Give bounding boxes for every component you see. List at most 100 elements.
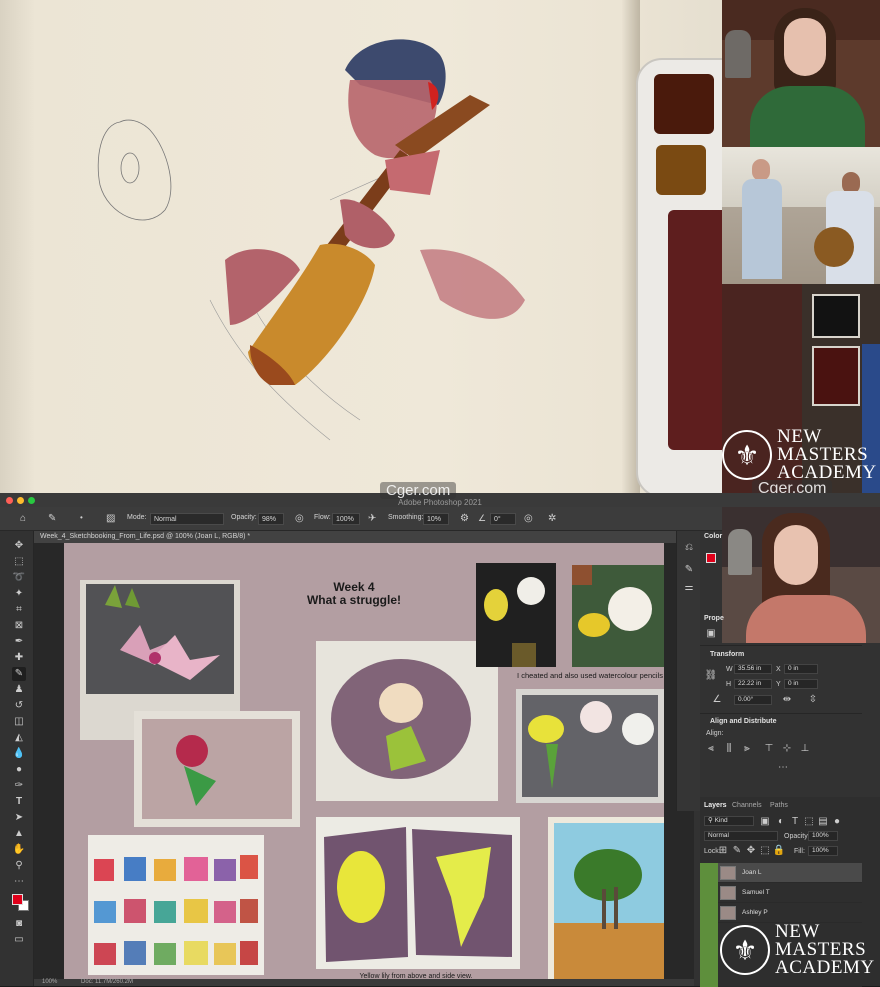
height-field[interactable]: 22.22 in	[734, 679, 772, 689]
align-bottom-icon[interactable]: ⊥	[798, 742, 812, 756]
adjustments-panel-icon[interactable]: ⚌	[682, 581, 696, 595]
angle-icon: ∠	[478, 513, 487, 523]
smoothing-field[interactable]: 10%	[423, 513, 449, 525]
history-panel-icon[interactable]: ⎌	[682, 541, 696, 555]
mode-select[interactable]: Normal	[150, 513, 224, 525]
move-tool-icon[interactable]: ✥	[12, 539, 26, 553]
flip-horizontal-icon[interactable]: ⇹	[780, 693, 794, 707]
zoom-level[interactable]: 100%	[42, 979, 57, 985]
clone-stamp-tool-icon[interactable]: ♟	[12, 683, 26, 697]
zoom-tool-icon[interactable]: ⚲	[12, 859, 26, 873]
photo-white-rose	[572, 565, 664, 667]
brush-angle-field[interactable]: 0°	[490, 513, 516, 525]
close-window-button[interactable]	[6, 497, 13, 504]
filter-adjustment-icon[interactable]: ◐	[774, 815, 788, 829]
zoom-window-button[interactable]	[28, 497, 35, 504]
layer-visibility-eye-icon[interactable]	[700, 883, 718, 903]
pen-tool-icon[interactable]: ✑	[12, 779, 26, 793]
x-field[interactable]: 0 in	[784, 664, 818, 674]
photoshop-window: Adobe Photoshop 2021 ⌂ ✎ • ▨ Mode: Norma…	[0, 493, 880, 987]
layer-filter-select[interactable]: ⚲ Kind	[704, 816, 754, 826]
align-left-icon[interactable]: ⫷	[704, 742, 718, 756]
history-brush-tool-icon[interactable]: ↺	[12, 699, 26, 713]
channels-tab[interactable]: Channels	[732, 802, 762, 809]
academy-watermark: ⚜ NEW MASTERS ACADEMY	[722, 427, 877, 482]
healing-brush-tool-icon[interactable]: ✚	[12, 651, 26, 665]
angle-field[interactable]: 0.00°	[734, 695, 772, 705]
brush-panel-icon[interactable]: ✎	[682, 563, 696, 577]
lock-artboard-icon[interactable]: ⬚	[758, 844, 772, 858]
smoothing-options-gear-icon[interactable]: ⚙	[460, 513, 469, 524]
screen-mode-icon[interactable]: ▭	[12, 933, 26, 947]
edit-toolbar-icon[interactable]: ⋯	[12, 875, 26, 889]
eyedropper-tool-icon[interactable]: ✒	[12, 635, 26, 649]
airbrush-icon[interactable]: ✈	[368, 513, 376, 524]
hand-tool-icon[interactable]: ✋	[12, 843, 26, 857]
filter-shape-icon[interactable]: ⬚	[802, 815, 816, 829]
align-top-icon[interactable]: ⊤	[762, 742, 776, 756]
path-selection-tool-icon[interactable]: ➤	[12, 811, 26, 825]
layer-visibility-eye-icon[interactable]	[700, 863, 718, 883]
lock-position-icon[interactable]: ✥	[744, 844, 758, 858]
home-icon[interactable]: ⌂	[20, 513, 26, 524]
layer-row[interactable]: Ashley P	[700, 903, 862, 923]
flow-field[interactable]: 100%	[332, 513, 360, 525]
webcam-instructor-closeup	[722, 507, 880, 643]
layers-tab[interactable]: Layers	[704, 802, 727, 809]
quick-select-tool-icon[interactable]: ✦	[12, 587, 26, 601]
pressure-size-icon[interactable]: ◎	[524, 513, 533, 524]
canvas-title-line-2: What a struggle!	[306, 593, 401, 607]
layer-blend-mode-select[interactable]: Normal	[704, 831, 778, 841]
pressure-opacity-icon[interactable]: ◎	[295, 513, 304, 524]
align-right-icon[interactable]: ⫸	[740, 742, 754, 756]
lock-all-icon[interactable]: 🔒	[772, 844, 786, 858]
layer-row[interactable]: Joan L	[700, 863, 862, 883]
paint-bucket-tool-icon[interactable]: ◭	[12, 731, 26, 745]
lock-transparency-icon[interactable]: ⊞	[716, 844, 730, 858]
layer-visibility-eye-icon[interactable]	[700, 923, 718, 987]
painting-yellow-lily	[316, 817, 520, 969]
layer-filter-value: Kind	[714, 817, 728, 824]
align-center-h-icon[interactable]: ⫼	[722, 742, 736, 756]
align-middle-v-icon[interactable]: ⊹	[780, 742, 794, 756]
width-field[interactable]: 35.56 in	[734, 664, 772, 674]
artboard[interactable]: I cheated and also used watercolour penc…	[64, 543, 664, 986]
quick-mask-icon[interactable]: ◙	[12, 917, 26, 931]
paths-tab[interactable]: Paths	[770, 802, 788, 809]
y-field[interactable]: 0 in	[784, 679, 818, 689]
brush-settings-icon[interactable]: ▨	[106, 513, 115, 524]
fill-field[interactable]: 100%	[808, 846, 838, 856]
color-tab[interactable]: Color	[704, 533, 722, 540]
filter-pixel-icon[interactable]: ▣	[758, 815, 772, 829]
filter-toggle-icon[interactable]: ●	[830, 815, 844, 829]
foreground-color-swatch[interactable]	[12, 894, 23, 905]
link-dimensions-icon[interactable]: ⛓	[704, 669, 718, 683]
document-tab[interactable]: Week_4_Sketchbooking_From_Life.psd @ 100…	[34, 531, 694, 543]
minimize-window-button[interactable]	[17, 497, 24, 504]
marquee-tool-icon[interactable]: ⬚	[12, 555, 26, 569]
brush-tool-icon[interactable]: ✎	[12, 667, 26, 681]
blur-tool-icon[interactable]: 💧	[12, 747, 26, 761]
frame-tool-icon[interactable]: ⊠	[12, 619, 26, 633]
flip-vertical-icon[interactable]: ⇳	[806, 693, 820, 707]
crop-tool-icon[interactable]: ⌗	[12, 603, 26, 617]
symmetry-icon[interactable]: ✲	[548, 513, 556, 524]
lock-pixels-icon[interactable]: ✎	[730, 844, 744, 858]
type-tool-icon[interactable]: T	[12, 795, 26, 809]
brush-size-picker[interactable]: •	[80, 513, 83, 522]
filter-smart-object-icon[interactable]: ▤	[816, 815, 830, 829]
layer-row[interactable]: Samuel T	[700, 883, 862, 903]
eraser-tool-icon[interactable]: ◫	[12, 715, 26, 729]
shape-tool-icon[interactable]: ▲	[12, 827, 26, 841]
more-options-icon[interactable]: ⋯	[776, 761, 790, 775]
layer-opacity-field[interactable]: 100%	[808, 831, 838, 841]
dodge-tool-icon[interactable]: ●	[12, 763, 26, 777]
lasso-tool-icon[interactable]: ➰	[12, 571, 26, 585]
brush-preset-icon[interactable]: ✎	[48, 513, 56, 524]
layer-visibility-eye-icon[interactable]	[700, 903, 718, 923]
opacity-field[interactable]: 98%	[258, 513, 284, 525]
color-panel-foreground-swatch[interactable]	[706, 553, 716, 563]
canvas-area[interactable]: I cheated and also used watercolour penc…	[34, 543, 694, 986]
properties-tab[interactable]: Prope	[704, 615, 724, 622]
filter-type-icon[interactable]: T	[788, 815, 802, 829]
